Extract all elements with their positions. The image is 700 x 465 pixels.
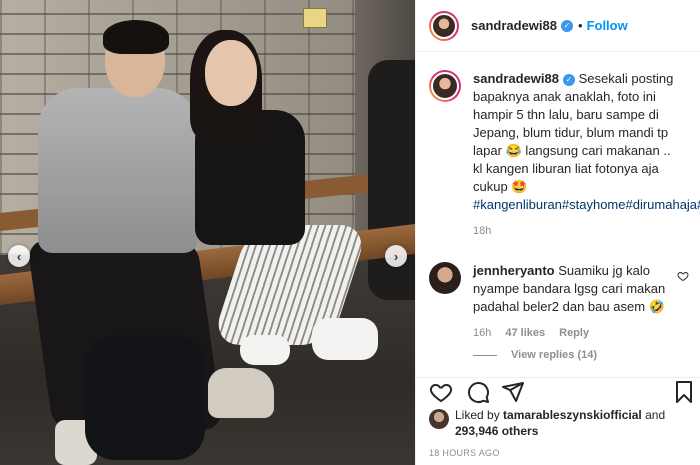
chevron-left-icon: ‹ <box>16 248 22 264</box>
caption: sandradewi88 ✓ Sesekali posting bapaknya … <box>429 70 700 240</box>
caption-username[interactable]: sandradewi88 <box>473 71 559 86</box>
carousel-prev-button[interactable]: ‹ <box>8 245 30 267</box>
avatar-image <box>431 12 457 39</box>
reply-button[interactable]: Reply <box>559 324 589 342</box>
share-icon[interactable] <box>501 380 525 404</box>
likes-count[interactable]: 293,946 others <box>455 424 538 438</box>
woman-shoe <box>312 318 378 360</box>
likes-summary: Liked by tamarableszynskiofficial and 29… <box>429 407 694 439</box>
comments-section[interactable]: sandradewi88 ✓ Sesekali posting bapaknya … <box>416 52 700 377</box>
separator-dot: • <box>578 18 583 33</box>
follow-button[interactable]: Follow <box>587 18 628 33</box>
liker-avatar[interactable] <box>429 409 449 429</box>
man-hoodie <box>38 88 198 253</box>
woman-face <box>205 40 257 106</box>
verified-badge-icon: ✓ <box>563 73 575 86</box>
action-bar <box>416 377 700 407</box>
chevron-right-icon: › <box>393 248 399 264</box>
post-timestamp: 18 HOURS AGO <box>429 448 500 458</box>
caption-avatar[interactable] <box>429 70 461 102</box>
heart-icon[interactable] <box>429 380 453 404</box>
bookmark-icon[interactable] <box>672 380 696 404</box>
comment-time: 16h <box>473 327 492 339</box>
comment-like-heart-icon[interactable] <box>677 270 689 282</box>
caption-text: Sesekali posting bapaknya anak anaklah, … <box>473 71 674 194</box>
avatar-image <box>431 72 459 100</box>
wall-sign <box>303 8 327 28</box>
caption-body: sandradewi88 ✓ Sesekali posting bapaknya … <box>473 70 700 240</box>
beige-sneaker <box>208 368 274 418</box>
comment: jennheryanto Suamiku jg kalo nyampe band… <box>429 262 694 342</box>
comment-body: jennheryanto Suamiku jg kalo nyampe band… <box>473 262 673 342</box>
woman-shoe <box>240 335 290 365</box>
replies-line <box>473 354 497 356</box>
comment-likes[interactable]: 47 likes <box>505 324 545 342</box>
post-header: sandradewi88 ✓ • Follow <box>416 0 700 52</box>
likes-and: and <box>641 408 666 422</box>
likes-prefix: Liked by <box>455 408 504 422</box>
likes-text: Liked by tamarableszynskiofficial and 29… <box>455 407 665 439</box>
caption-hashtags[interactable]: #kangenliburan#stayhome#dirumahaja#latep… <box>473 196 700 214</box>
avatar[interactable] <box>429 10 459 41</box>
header-username[interactable]: sandradewi88 <box>471 18 557 33</box>
post-side-panel: sandradewi88 ✓ • Follow sandradewi88 ✓ Se… <box>415 0 700 465</box>
man-hair <box>103 20 169 54</box>
carousel-next-button[interactable]: › <box>385 245 407 267</box>
black-bag <box>85 335 205 460</box>
post-photo[interactable]: ‹ › <box>0 0 415 465</box>
view-replies-label: View replies (14) <box>511 349 598 361</box>
comment-avatar[interactable] <box>429 262 461 294</box>
caption-time: 18h <box>473 225 492 237</box>
view-replies-button[interactable]: View replies (14) <box>473 349 597 361</box>
comment-meta: 16h 47 likes Reply <box>473 324 673 342</box>
liker-username[interactable]: tamarableszynskiofficial <box>503 408 642 422</box>
comment-username[interactable]: jennheryanto <box>473 263 555 278</box>
verified-badge-icon: ✓ <box>561 19 573 32</box>
comment-icon[interactable] <box>466 380 490 404</box>
